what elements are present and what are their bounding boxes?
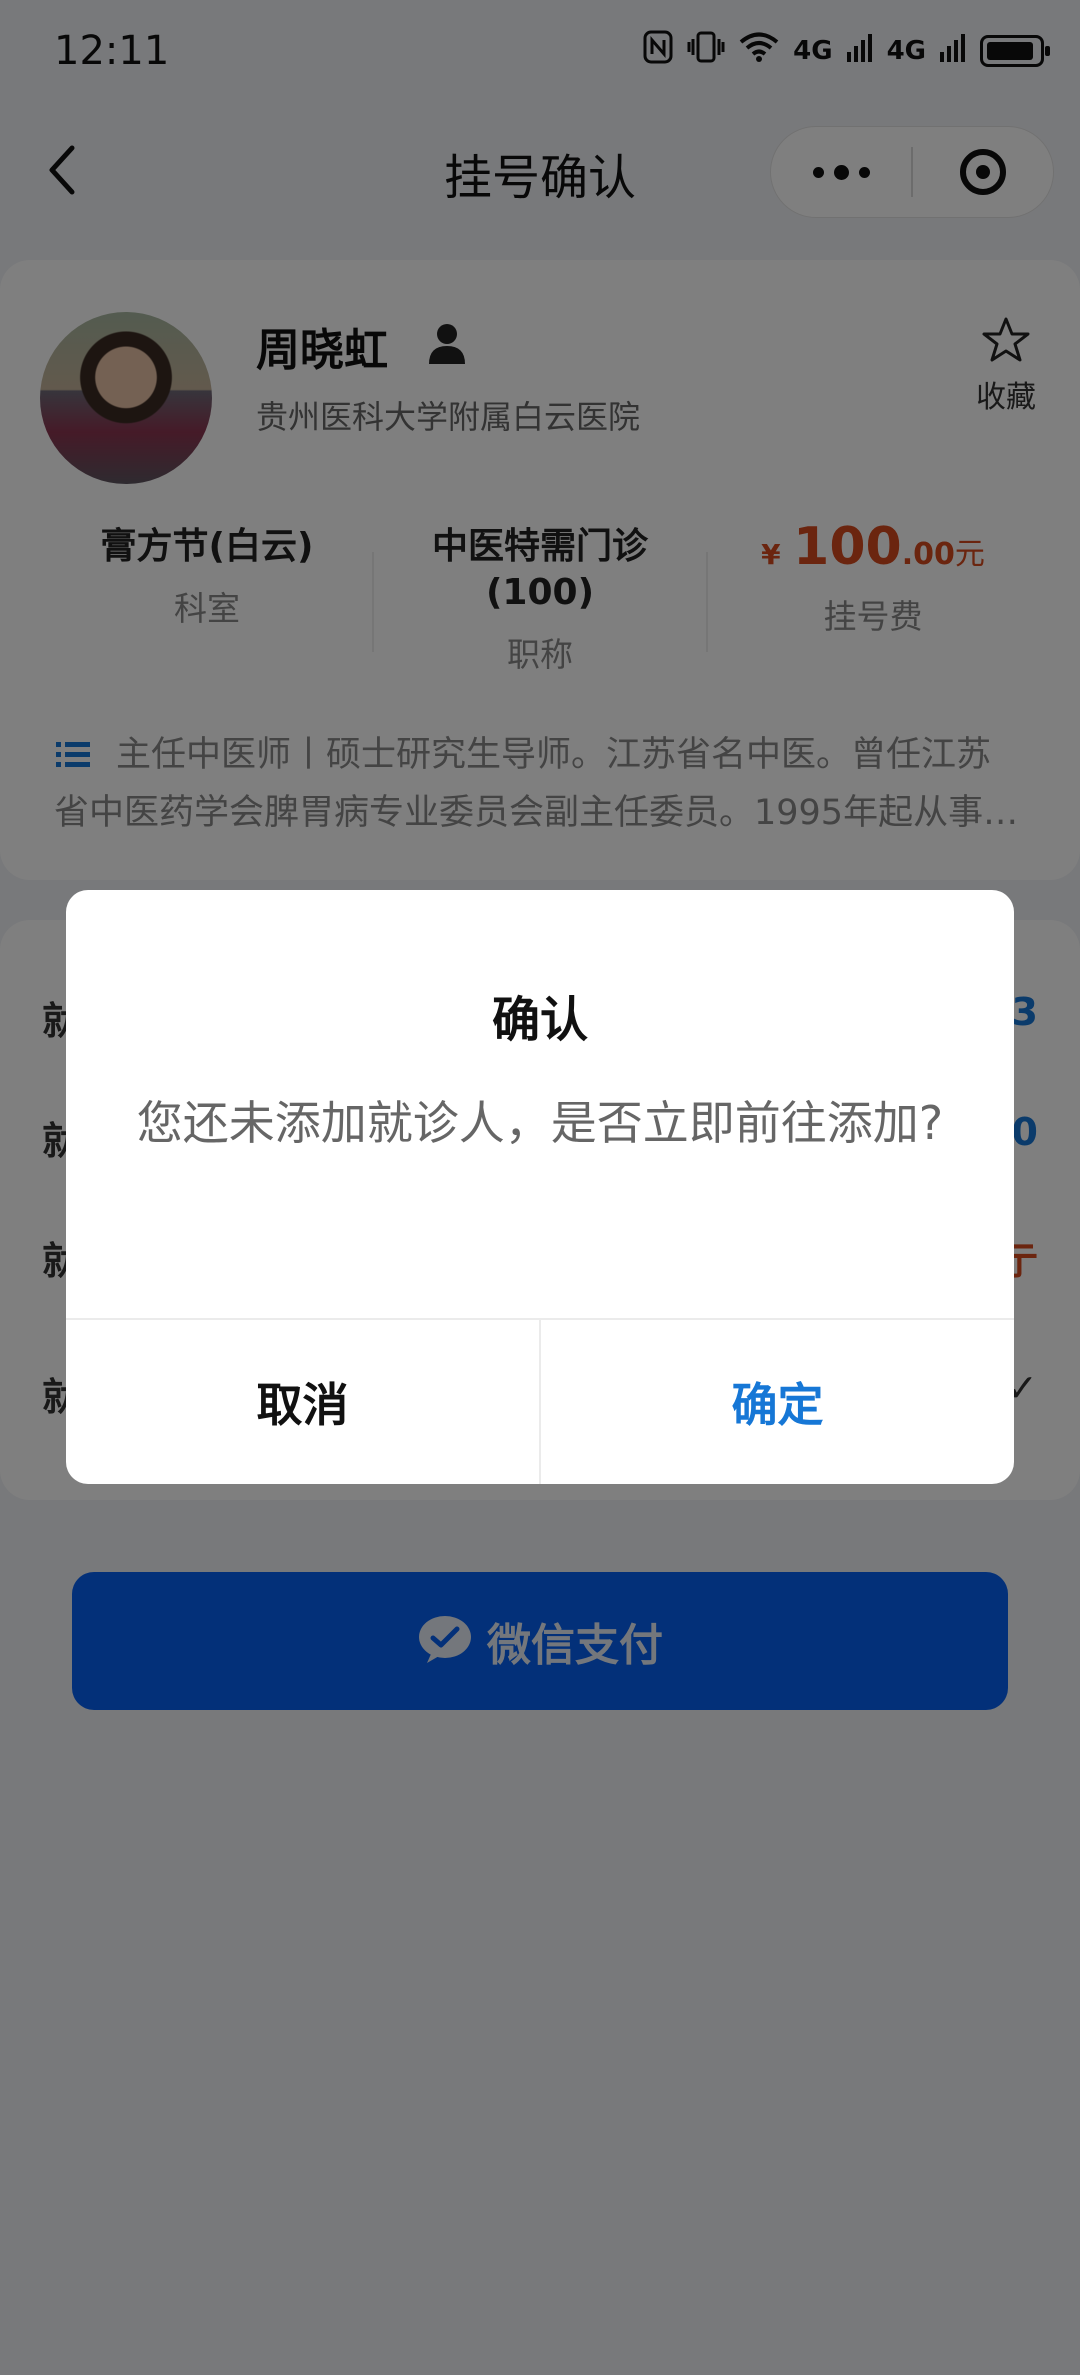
confirm-button[interactable]: 确定 [541, 1320, 1014, 1484]
dialog-message: 您还未添加就诊人，是否立即前往添加? [136, 1096, 944, 1150]
cancel-button[interactable]: 取消 [66, 1320, 539, 1484]
dialog-title: 确认 [491, 992, 588, 1048]
confirm-dialog: 确认 您还未添加就诊人，是否立即前往添加? 取消 确定 [66, 890, 1014, 1484]
